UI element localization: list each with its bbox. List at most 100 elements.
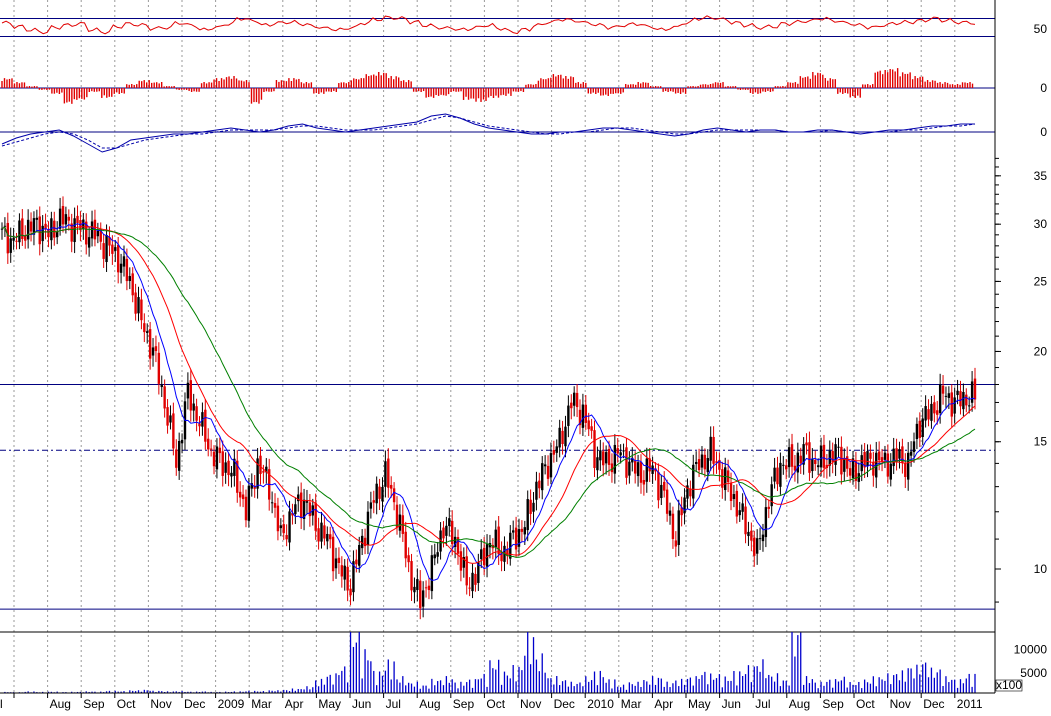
candle-body	[819, 445, 823, 468]
x-tick-label: Oct	[856, 697, 875, 711]
candle-body	[724, 467, 727, 491]
candle-body	[700, 454, 704, 468]
candle-body	[529, 499, 532, 514]
x-tick-label: Aug	[50, 697, 71, 711]
candle-body	[959, 391, 962, 407]
candle-body	[744, 506, 747, 535]
candle-body	[950, 392, 953, 417]
candle-body	[494, 529, 497, 548]
candle-body	[64, 214, 68, 225]
candle-body	[433, 554, 436, 559]
candle-body	[137, 297, 140, 314]
price-tick-label: 25	[1034, 274, 1048, 288]
candle-body	[410, 561, 413, 591]
candle-body	[918, 420, 922, 438]
candle-body	[965, 394, 968, 406]
candle-body	[843, 459, 846, 472]
candle-body	[358, 544, 361, 566]
candle-body	[782, 464, 785, 466]
candle-body	[767, 506, 770, 509]
candle-body	[24, 235, 27, 241]
candle-body	[877, 451, 881, 461]
candle-body	[596, 457, 599, 471]
candle-body	[633, 460, 637, 474]
candle-body	[625, 447, 628, 478]
candle-body	[442, 527, 445, 539]
x-tick-label: 2009	[218, 697, 245, 711]
candle-body	[755, 538, 759, 554]
x-tick-label: Oct	[486, 697, 505, 711]
candle-body	[96, 230, 100, 237]
candle-body	[468, 587, 471, 589]
candle-body	[180, 439, 184, 444]
x-tick-label: Jul	[755, 697, 770, 711]
candle-body	[538, 480, 541, 489]
candle-body	[622, 450, 625, 452]
candle-body	[125, 258, 129, 282]
price-tick-label: 15	[1034, 435, 1048, 449]
candle-body	[212, 451, 216, 467]
x-tick-label: Jul	[386, 697, 401, 711]
candle-body	[329, 534, 332, 540]
candle-body	[962, 391, 965, 410]
momentum-panel	[0, 68, 995, 104]
candle-body	[131, 273, 134, 296]
candle-body	[811, 458, 814, 472]
candle-body	[73, 218, 76, 243]
price-tick-label: 10	[1034, 562, 1048, 576]
x-tick-label: 2011	[957, 697, 983, 711]
candle-body	[904, 462, 907, 477]
candle-body	[936, 410, 939, 415]
candle-body	[384, 461, 387, 487]
candle-body	[105, 235, 108, 263]
candle-body	[933, 402, 936, 414]
candle-body	[938, 384, 942, 414]
candle-body	[572, 392, 576, 406]
candle-body	[169, 415, 172, 423]
candle-body	[247, 485, 251, 521]
candle-body	[909, 451, 913, 456]
x-tick-label: Sep	[83, 697, 105, 711]
volume-tick-label: 10000	[1014, 642, 1048, 656]
candle-body	[619, 452, 622, 456]
candle-body	[869, 452, 872, 459]
x-tick-label: 2010	[587, 697, 614, 711]
x-tick-label: Jun	[722, 697, 741, 711]
candle-body	[773, 467, 776, 482]
candle-body	[814, 459, 817, 465]
candle-body	[18, 220, 21, 243]
candle-body	[816, 465, 820, 468]
candle-body	[314, 502, 317, 531]
candle-body	[535, 481, 538, 500]
price-tick-label: 35	[1034, 169, 1048, 183]
candle-body	[215, 446, 219, 470]
candle-body	[790, 444, 794, 467]
candle-body	[732, 494, 736, 500]
candle-body	[892, 448, 895, 467]
momentum-tick-label: 0	[1040, 81, 1047, 95]
candle-body	[967, 405, 971, 407]
oscillator-panel	[0, 15, 995, 37]
candle-body	[244, 496, 248, 521]
candle-body	[558, 427, 561, 448]
x-tick-label: l	[0, 697, 3, 711]
candle-body	[660, 484, 663, 499]
candle-body	[392, 488, 396, 503]
candle-body	[143, 323, 146, 333]
x-tick-label: May	[688, 697, 711, 711]
candle-body	[636, 462, 640, 477]
candle-body	[192, 403, 195, 411]
candle-body	[331, 536, 335, 572]
candle-body	[186, 382, 190, 399]
chart-canvas: 101520253035100005000x1005000 l Aug Sep Oct…	[0, 0, 1048, 711]
candle-body	[349, 588, 352, 596]
candle-body	[587, 420, 590, 430]
candle-body	[209, 448, 213, 450]
candle-body	[189, 380, 192, 411]
candle-body	[712, 436, 715, 464]
candle-body	[390, 484, 393, 489]
candle-body	[927, 409, 930, 420]
candle-body	[555, 446, 558, 453]
candle-body	[398, 514, 402, 531]
candle-body	[413, 586, 416, 593]
